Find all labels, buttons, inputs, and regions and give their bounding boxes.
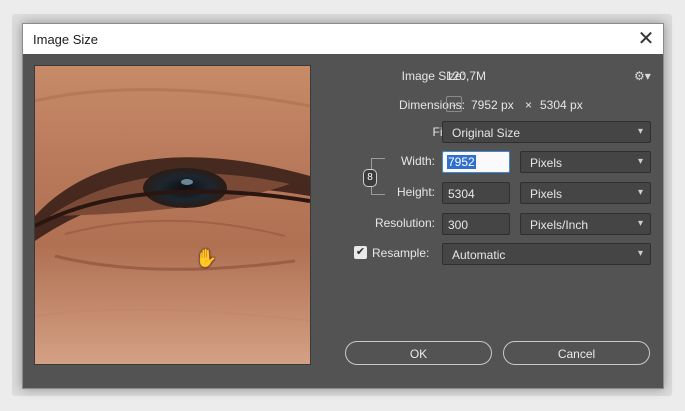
width-input[interactable]: 7952 — [442, 151, 510, 173]
height-value: 5304 — [448, 187, 475, 201]
resolution-unit: Pixels/Inch — [530, 218, 589, 232]
width-value: 7952 — [447, 155, 476, 169]
image-preview[interactable]: ✋ — [34, 65, 311, 365]
hand-cursor-icon: ✋ — [195, 248, 218, 268]
resolution-value: 300 — [448, 218, 469, 232]
link-chain-icon[interactable]: 8 — [363, 169, 377, 187]
dialog-title: Image Size — [33, 32, 99, 47]
image-size-dialog: Image Size ✕ ✋ Image Size: 120,7M ⚙▾ Dim… — [22, 23, 664, 389]
dimensions-width: 7952 px — [471, 98, 514, 112]
gear-icon[interactable]: ⚙▾ — [634, 69, 651, 83]
dimensions-dropdown[interactable]: ⌄ — [446, 96, 462, 112]
resolution-label: Resolution: — [374, 216, 435, 230]
resolution-input[interactable]: 300 — [442, 213, 510, 235]
resample-value: Automatic — [452, 248, 506, 262]
chevron-down-icon: ▾ — [637, 126, 643, 137]
width-label: Width: — [400, 154, 435, 168]
height-unit-select[interactable]: Pixels ▾ — [520, 182, 651, 204]
chevron-down-icon: ▾ — [637, 156, 643, 167]
ok-button[interactable]: OK — [345, 341, 492, 365]
width-unit-select[interactable]: Pixels ▾ — [520, 151, 651, 173]
resample-checkbox[interactable]: ✔ — [354, 246, 367, 259]
chevron-down-icon: ▾ — [637, 187, 643, 198]
dimensions-times: × — [525, 98, 533, 112]
close-icon[interactable]: ✕ — [629, 24, 663, 54]
height-unit: Pixels — [530, 187, 563, 201]
resolution-unit-select[interactable]: Pixels/Inch ▾ — [520, 213, 651, 235]
fit-to-select[interactable]: Original Size ▾ — [442, 121, 651, 143]
checkmark-icon: ✔ — [355, 246, 366, 258]
height-input[interactable]: 5304 — [442, 182, 510, 204]
chevron-down-icon: ▾ — [637, 248, 643, 259]
eye-photo — [35, 66, 310, 364]
chevron-down-icon: ⌄ — [450, 99, 458, 109]
resample-label: Resample: — [372, 246, 430, 260]
fit-to-value: Original Size — [452, 126, 521, 140]
title-bar: Image Size ✕ — [23, 24, 663, 54]
dimensions-height: 5304 px — [540, 98, 583, 112]
width-unit: Pixels — [530, 156, 563, 170]
image-size-value: 120,7M — [446, 69, 487, 83]
resample-select[interactable]: Automatic ▾ — [442, 243, 651, 265]
height-label: Height: — [396, 185, 435, 199]
chevron-down-icon: ▾ — [637, 218, 643, 229]
cancel-button[interactable]: Cancel — [503, 341, 650, 365]
